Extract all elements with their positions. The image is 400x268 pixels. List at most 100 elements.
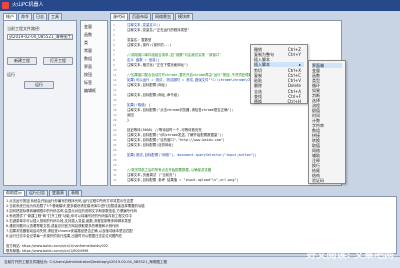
line-number: 13 [113,83,117,87]
help-line: 7.如果浏览器驱动启动失败,请检查chrome安装路径是否正确,以及驱动版本是否… [6,229,133,233]
code-line[interactable]: 变量名: 整数型 [127,38,151,42]
run-label: 运行 [7,72,15,77]
tab-source[interactable]: 源代码 [110,13,128,20]
code-line[interactable]: 注释文本,目标配置(目的网址) [127,143,174,147]
code-line[interactable]: 注释文本,目标配置(网址,命令组) [127,93,179,97]
toolbox-item[interactable]: 按钮 [84,73,92,77]
line-number: 16 [113,98,117,102]
line-number: 18 [113,108,117,112]
menu-item-delete[interactable]: 删除 Delete [254,83,304,88]
help-line: 8.运行日志中会记录每一步操作的执行结果,出错时可以根据日志定位问题所在 [6,234,123,238]
watermark-text: 好文阅读: 文章吧网 [306,250,394,261]
code-line[interactable]: 延迟等待(5000) //等待延时一个,可等待首页完 [127,128,202,132]
line-number: 23 [113,133,117,137]
toolbox-item[interactable]: 函数 [84,33,92,37]
code-line[interactable]: 注释文本,目标配置("@向chrome发送,了解开始配置数据量"); [127,133,223,137]
code-line[interactable]: 注释文本,目标配置("点击chrome浏览器,请检查chrome是否正确"); [127,108,234,112]
line-number: 17 [113,103,117,107]
line-number: 12 [113,78,117,82]
toolbox-item[interactable]: 类 [84,41,88,45]
line-number: 22 [113,128,117,132]
code-line[interactable]: 定义 函数 = 信息() [127,58,160,62]
project-path-field[interactable]: yt2019-02-04_085521_海带图工程) [7,34,73,40]
code-line[interactable]: 注释文本,目标配置("目的窗口","http://www.baidu.com") [127,138,225,142]
submenu-item[interactable]: 验证码 [312,178,342,183]
menu-item-shortcut: Delete [287,83,301,88]
editor-tab-strip: 源代码 页面布局 网络爬虫 模块库 [110,13,194,20]
tab-log[interactable]: 日志 [33,13,47,20]
code-line[interactable]: 注释文本,目标配置(网址) [127,83,167,87]
code-line[interactable]: 注释文本,操作:(操作的...) [127,43,172,47]
line-number: 28 [113,158,117,162]
line-number: 26 [113,148,117,152]
code-line[interactable]: 注释文本,目标配置.参考 结果值 = "input.upload"\s",url… [127,178,238,182]
line-number: 29 [113,163,117,167]
menu-item-insert-script-submenu[interactable]: 插入脚本 ▸ [254,62,304,67]
tab-module-library[interactable]: 模块库 [175,13,193,20]
window-title: 火山PC机器人 [12,2,44,8]
code-line[interactable]: //爬虫导航之后的所有点击开始配置数据,以确保浏览器 [127,168,211,172]
toolbox-item[interactable]: 界面 [84,65,92,69]
line-number: 20 [113,118,117,122]
new-project-button[interactable]: 新建工程 [7,57,37,65]
title-bar: 火山PC机器人 [0,0,400,11]
help-line: 4.系统提供了"新建工程"和"打开工程"功能,你可以将编写好的代码保存到工程文件… [6,214,132,218]
line-number: 31 [113,173,117,177]
project-path-label: 当前工程文件路径: [7,26,41,31]
toolbox-item[interactable]: 数组 [84,57,92,61]
submenu-arrow-icon: ▸ [298,62,301,67]
line-number: 11 [113,73,117,77]
menu-item-label: 插入脚本 [254,62,270,67]
insert-script-submenu: 界面端 变量 函数 类型 循环 如果 判断 选择 流程 赋值 时间 计数 字符串 数组 拼接 转换 取值 网络 辅助… [308,60,346,184]
line-number: 10 [113,68,117,72]
help-line: 1.点击运行按钮,系统会开始运行你编写的程序代码,运行过程中所有打印将显示在这里 [6,199,134,203]
code-line[interactable]: } [127,118,129,122]
open-project-button[interactable]: 打开工程 [43,57,73,65]
toolbox-item[interactable]: 编辑框 [84,89,96,93]
line-number: 19 [113,113,117,117]
line-number: 15 [113,93,117,97]
toolbox-panel: 变量 函数 类 常量 数组 界面 按钮 标签 编辑框 [80,20,108,186]
code-line[interactable]: 注释文本,格式化("正在下载页面网址") [127,63,188,67]
code-line[interactable]: 注释文本,变量名/"正在运行的程序类型" [127,28,189,32]
code-line[interactable]: 如果(!取值) { [127,103,151,107]
line-number: 27 [113,153,117,157]
help-line: 5.右键菜单中可以插入常用的代码片段,支持插入变量,函数,流程控制等多种脚本类型 [6,219,132,223]
code-line[interactable]: 如果(测试,目标配置("网络"), document.querySelector… [127,153,257,157]
menu-item-label: 删除 [254,83,262,88]
code-line[interactable]: //调用窗口事件组组合请求,如"观察"可由我们实现 "新窗口" [127,53,221,57]
line-number: 32 [113,178,117,182]
line-number: 25 [113,143,117,147]
code-line[interactable]: //如果窗口配合自动打开chrome,要先开启chrome再由"运行"按钮,不然… [127,73,255,77]
line-number: 21 [113,123,117,127]
tab-account[interactable]: 帐户 [3,13,17,20]
tab-crawler[interactable]: 网络爬虫 [152,13,174,20]
menu-item-label: 替换 [254,99,262,104]
tab-command[interactable]: 命令 [18,13,32,20]
code-line[interactable]: 返回 [127,113,134,117]
help-line: 2.当前系统已经为你加载了5个基础模块,更多模块请在模块库中进行加载或者选择需要… [6,204,145,208]
help-line: 6.遇到问题可以查看帮助文档,或者访问官方网站获取更多的教程和示例代码 [6,224,119,228]
toolbox-item[interactable]: 常量 [84,49,92,53]
help-line: 3.如何把鼠标移到编辑框中的代码名称,会显示对应的说明文字和参数信息,方便编写代… [6,209,137,213]
toolbox-item[interactable]: 变量 [84,25,92,29]
tab-layout[interactable]: 页面布局 [129,13,151,20]
line-number: 24 [113,138,117,142]
line-number: 30 [113,168,117,172]
line-number: 3 [113,33,115,37]
app-logo-icon [2,2,9,9]
menu-item-replace[interactable]: 替换 Ctrl+H [254,99,304,104]
line-number: 9 [113,63,115,67]
status-project-path: 当前打开的工程文件路径为: C:\Users\Administrator\Des… [4,260,168,264]
line-number: 7 [113,53,115,57]
line-number: 8 [113,58,115,62]
context-menu: 撤销 Ctrl+Z 复制为整句 Ctrl+Y 插入脚本 插入脚本 ▸ 剪切 Ctrl+X… [250,44,308,104]
help-line: 官方网站: https://www.baidu.com/s/cn/1/nanfr… [6,244,108,248]
toolbox-item[interactable]: 标签 [84,81,92,85]
code-line[interactable]: 注释文本,页面调试 ("当前页") [127,173,177,177]
run-button[interactable]: 运行 [24,81,54,89]
project-panel: 当前工程文件路径: yt2019-02-04_085521_海带图工程) 新建工… [3,20,77,186]
code-line[interactable]: 注释文本,变量定义() [127,23,160,27]
tab-tools[interactable]: 工具 [48,13,62,20]
line-number: 2 [113,28,115,32]
